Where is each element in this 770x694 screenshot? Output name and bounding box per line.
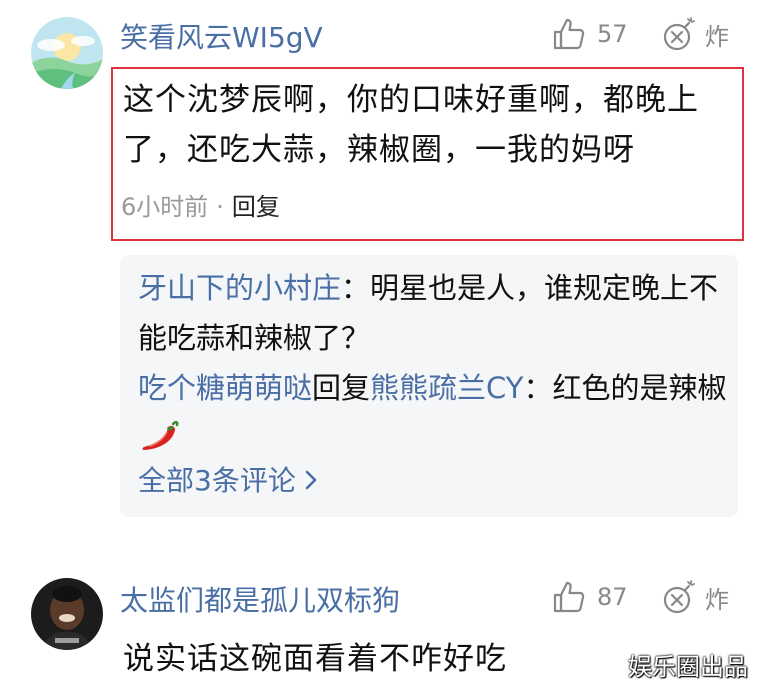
meta-separator: · [216, 193, 224, 221]
reply-separator: ： [523, 371, 553, 405]
bomb-icon[interactable] [661, 579, 697, 615]
person-photo-icon [31, 578, 103, 650]
bomb-icon[interactable] [661, 16, 697, 52]
view-all-replies-link[interactable]: 全部3条评论 [138, 461, 320, 501]
view-all-label: 全部3条评论 [138, 464, 296, 497]
like-count: 57 [597, 20, 628, 48]
landscape-avatar-icon [31, 17, 103, 89]
reply-button[interactable]: 回复 [232, 193, 280, 221]
chevron-right-icon [305, 470, 317, 490]
comment-username[interactable]: 笑看风云WI5gV [120, 20, 323, 56]
watermark: 娱乐圈出品 [628, 653, 748, 681]
comment-text: 说实话这碗面看着不咋好吃 [123, 641, 507, 677]
reply-author[interactable]: 牙山下的小村庄 [138, 271, 341, 305]
comment-timestamp: 6小时前 [121, 193, 209, 221]
reply-target[interactable]: 熊熊疏兰CY [370, 371, 523, 405]
reply-author[interactable]: 吃个糖萌萌哒 [138, 371, 312, 405]
replies-panel: 牙山下的小村庄：明星也是人，谁规定晚上不能吃蒜和辣椒了？ 吃个糖萌萌哒回复熊熊疏… [120, 255, 738, 517]
user-avatar[interactable] [31, 17, 103, 89]
reply-item[interactable]: 牙山下的小村庄：明星也是人，谁规定晚上不能吃蒜和辣椒了？ [138, 263, 728, 363]
report-label[interactable]: 炸 [705, 580, 729, 615]
comment-text: 这个沈梦辰啊，你的口味好重啊，都晚上了，还吃大蒜，辣椒圈，一我的妈呀 [123, 82, 699, 168]
comment-username[interactable]: 太监们都是孤儿双标狗 [120, 583, 400, 619]
reply-text: 红色的是辣椒 [552, 371, 727, 405]
report-label[interactable]: 炸 [705, 17, 729, 52]
comment-actions: 87 炸 [551, 579, 729, 615]
comment-actions: 57 炸 [551, 16, 729, 52]
reply-item[interactable]: 吃个糖萌萌哒回复熊熊疏兰CY：红色的是辣椒 [138, 363, 728, 463]
thumbs-up-icon[interactable] [551, 579, 587, 615]
like-count: 87 [597, 583, 628, 611]
user-avatar[interactable] [31, 578, 103, 650]
reply-separator: ： [341, 271, 371, 305]
thumbs-up-icon[interactable] [551, 16, 587, 52]
reply-connector: 回复 [312, 371, 371, 405]
chili-pepper-icon [142, 420, 179, 450]
comment-meta: 6小时前 · 回复 [121, 190, 280, 224]
